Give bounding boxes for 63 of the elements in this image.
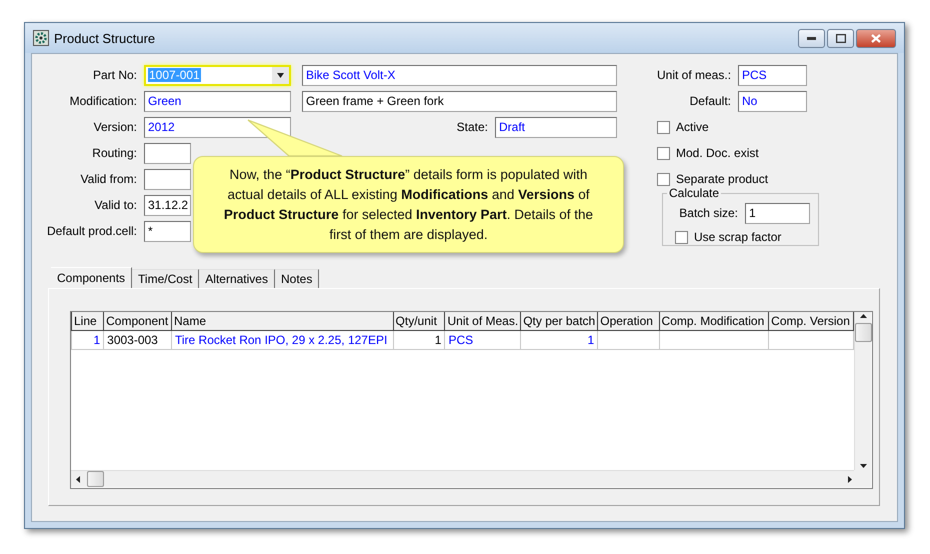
gear-icon bbox=[33, 30, 49, 46]
field-label: Batch size: bbox=[678, 206, 739, 220]
field-label: Version: bbox=[92, 120, 138, 134]
scroll-thumb[interactable] bbox=[87, 471, 104, 487]
column-header[interactable]: Qty/unit bbox=[393, 312, 445, 330]
field-label: Part No: bbox=[92, 68, 138, 82]
column-header[interactable]: Name bbox=[171, 312, 394, 330]
input-field[interactable]: 31.12.2 bbox=[144, 194, 191, 216]
column-header[interactable]: Comp. Modification bbox=[659, 312, 769, 330]
minimize-icon bbox=[807, 36, 816, 40]
scroll-right-icon bbox=[845, 474, 854, 484]
scroll-left-icon bbox=[74, 474, 83, 484]
input-field[interactable]: Bike Scott Volt-X bbox=[302, 64, 617, 86]
field-label: State: bbox=[456, 120, 489, 134]
input-field[interactable] bbox=[144, 142, 191, 164]
input-field[interactable]: No bbox=[738, 90, 807, 112]
field-label: Valid to: bbox=[94, 198, 138, 212]
checkbox[interactable]: Mod. Doc. exist bbox=[657, 140, 819, 166]
column-header[interactable]: Unit of Meas. bbox=[444, 312, 521, 330]
input-field[interactable]: Green frame + Green fork bbox=[302, 90, 617, 112]
input-field[interactable] bbox=[144, 168, 191, 190]
field-label: Valid from: bbox=[80, 172, 138, 186]
column-header[interactable]: Comp. Version bbox=[768, 312, 854, 330]
vertical-scrollbar[interactable] bbox=[854, 312, 871, 470]
checkbox[interactable]: Use scrap factor bbox=[675, 224, 782, 250]
input-field[interactable]: Draft bbox=[495, 116, 617, 138]
table-cell: Tire Rocket Ron IPO, 29 x 2.25, 127EPI bbox=[171, 330, 394, 350]
scroll-up-icon bbox=[858, 312, 868, 321]
table-cell: 1 bbox=[520, 330, 598, 350]
table-cell: PCS bbox=[444, 330, 521, 350]
table-cell bbox=[598, 330, 660, 350]
field-label: Modification: bbox=[68, 94, 138, 108]
dropdown-arrow-icon bbox=[276, 70, 285, 80]
column-header[interactable]: Operation bbox=[598, 312, 660, 330]
table-cell: 1 bbox=[393, 330, 445, 350]
window-title: Product Structure bbox=[54, 30, 156, 46]
column-header[interactable]: Component bbox=[104, 312, 172, 330]
table-cell: 1 bbox=[72, 330, 104, 350]
table-cell: 3003-003 bbox=[104, 330, 172, 350]
minimize-button[interactable] bbox=[798, 28, 825, 48]
maximize-icon bbox=[836, 34, 846, 42]
column-header[interactable]: Line bbox=[72, 312, 104, 330]
field-label: Default prod.cell: bbox=[46, 224, 138, 238]
tab[interactable]: Components bbox=[51, 267, 132, 288]
scroll-thumb[interactable] bbox=[854, 323, 872, 342]
column-header[interactable]: Qty per batch bbox=[520, 312, 598, 330]
input-field[interactable]: PCS bbox=[738, 64, 807, 86]
horizontal-scrollbar[interactable] bbox=[71, 470, 854, 487]
maximize-button[interactable] bbox=[827, 28, 854, 48]
field-label: Unit of meas.: bbox=[657, 68, 732, 82]
tab[interactable]: Time/Cost bbox=[132, 269, 200, 288]
input-field[interactable]: Green bbox=[144, 90, 291, 112]
input-field[interactable]: * bbox=[144, 220, 191, 242]
tab[interactable]: Notes bbox=[274, 269, 320, 288]
input-field[interactable]: 2012 bbox=[144, 116, 291, 138]
input-field[interactable]: 1 bbox=[745, 202, 810, 224]
field-label: Routing: bbox=[91, 146, 138, 160]
field-label: Default: bbox=[688, 94, 732, 108]
group-title: Calculate bbox=[668, 186, 720, 200]
tab[interactable]: Alternatives bbox=[199, 269, 275, 288]
close-icon bbox=[871, 34, 881, 42]
close-button[interactable] bbox=[856, 28, 896, 48]
checkbox[interactable]: Active bbox=[657, 114, 819, 140]
